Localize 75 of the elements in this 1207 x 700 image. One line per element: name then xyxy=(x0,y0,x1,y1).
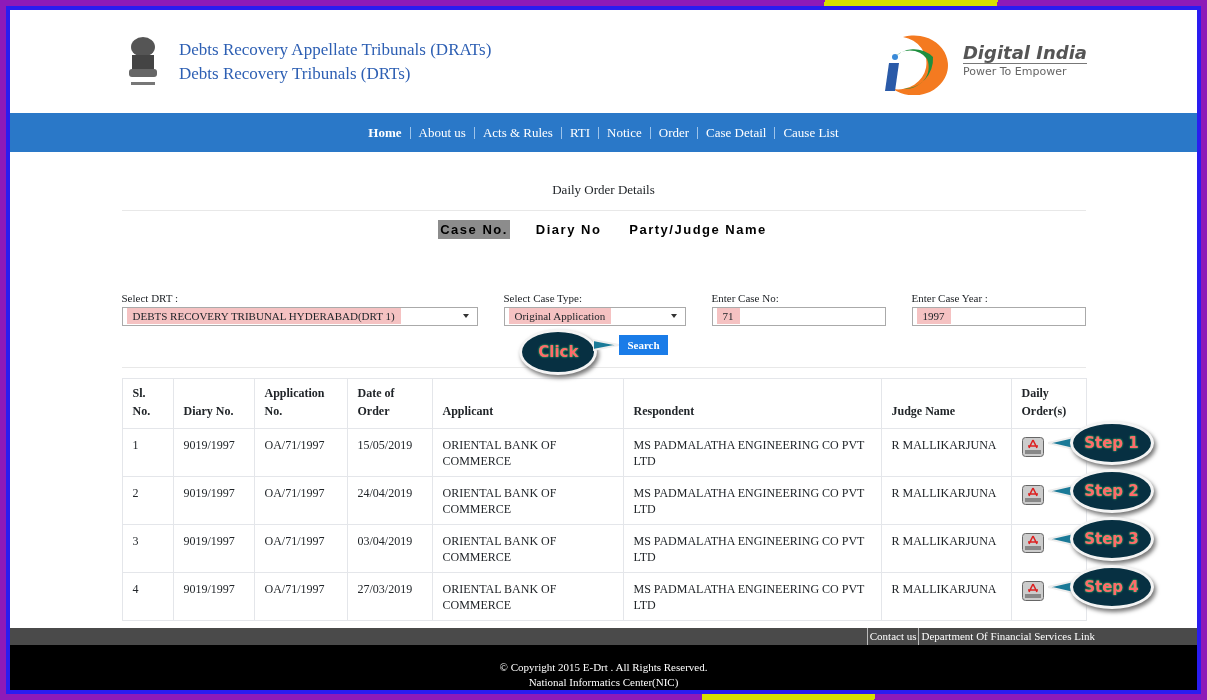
dropdown-arrow-icon xyxy=(670,314,677,318)
field-label: Enter Case No: xyxy=(711,291,780,306)
table-cell: ORIENTAL BANK OF COMMERCE xyxy=(432,524,623,572)
column-header: Date of Order xyxy=(347,378,432,428)
page-title: Daily Order Details xyxy=(121,152,1086,211)
table-cell: 03/04/2019 xyxy=(347,524,432,572)
table-cell: 9019/1997 xyxy=(173,428,254,476)
table-cell: 27/03/2019 xyxy=(347,572,432,620)
table-cell: OA/71/1997 xyxy=(254,428,347,476)
column-header: Diary No. xyxy=(173,378,254,428)
select-field[interactable]: Original Application xyxy=(503,306,686,326)
table-cell: ORIENTAL BANK OF COMMERCE xyxy=(432,428,623,476)
column-header: Application No. xyxy=(254,378,347,428)
input-field[interactable]: 71 xyxy=(711,306,886,326)
nav-link[interactable]: Notice xyxy=(598,126,650,139)
nav-link[interactable]: About us xyxy=(409,126,474,139)
nav-link[interactable]: Home xyxy=(360,122,410,143)
copyright-text: National Informatics Center(NIC) xyxy=(527,675,680,690)
nav-link[interactable]: Order xyxy=(649,126,698,139)
table-cell: 2 xyxy=(122,476,173,524)
table-cell: 15/05/2019 xyxy=(347,428,432,476)
table-cell: 9019/1997 xyxy=(173,524,254,572)
table-cell: ORIENTAL BANK OF COMMERCE xyxy=(432,476,623,524)
table-cell: 9019/1997 xyxy=(173,476,254,524)
field-label: Select DRT : xyxy=(121,291,180,306)
site-title: Debts Recovery Tribunals (DRTs) xyxy=(179,62,412,85)
field-label: Enter Case Year : xyxy=(911,291,989,306)
callout-bubble: Click xyxy=(519,329,598,375)
callout-bubble: Step 1 xyxy=(1069,420,1154,465)
column-header: Daily Order(s) xyxy=(1011,378,1086,428)
table-cell: MS PADMALATHA ENGINEERING CO PVT LTD xyxy=(623,524,881,572)
nav-link[interactable]: Cause List xyxy=(774,126,847,139)
table-cell: OA/71/1997 xyxy=(254,524,347,572)
pdf-icon[interactable] xyxy=(1021,580,1044,601)
search-tab[interactable]: Diary No xyxy=(533,219,604,239)
table-cell: MS PADMALATHA ENGINEERING CO PVT LTD xyxy=(623,572,881,620)
nav-link[interactable]: Case Detail xyxy=(697,126,775,139)
pdf-icon[interactable] xyxy=(1021,436,1044,457)
table-cell: 1 xyxy=(122,428,173,476)
column-header: Respondent xyxy=(623,378,881,428)
pdf-icon[interactable] xyxy=(1021,532,1044,553)
table-cell: R MALLIKARJUNA xyxy=(881,524,1011,572)
column-header: Applicant xyxy=(432,378,623,428)
table-cell: R MALLIKARJUNA xyxy=(881,428,1011,476)
input-field[interactable]: 1997 xyxy=(911,306,1086,326)
pdf-icon[interactable] xyxy=(1021,484,1044,505)
table-cell: R MALLIKARJUNA xyxy=(881,476,1011,524)
nav-link[interactable]: Acts & Rules xyxy=(473,126,561,139)
logo-title: Digital India xyxy=(962,42,1087,64)
callout-bubble: Step 4 xyxy=(1069,564,1154,609)
logo-tagline: Power To Empower xyxy=(962,63,1068,80)
callout-bubble: Step 3 xyxy=(1069,516,1154,561)
search-button[interactable]: Search xyxy=(619,334,668,356)
table-cell: MS PADMALATHA ENGINEERING CO PVT LTD xyxy=(623,476,881,524)
callout-bubble: Step 2 xyxy=(1069,468,1154,513)
table-cell: ORIENTAL BANK OF COMMERCE xyxy=(432,572,623,620)
column-header: Sl. No. xyxy=(122,378,173,428)
column-header: Judge Name xyxy=(881,378,1011,428)
table-cell: 4 xyxy=(122,572,173,620)
copyright-text: © Copyright 2015 E-Drt . All Rights Reserved. xyxy=(498,660,709,675)
table-cell: R MALLIKARJUNA xyxy=(881,572,1011,620)
table-cell: MS PADMALATHA ENGINEERING CO PVT LTD xyxy=(623,428,881,476)
table-cell: OA/71/1997 xyxy=(254,476,347,524)
table-cell: 9019/1997 xyxy=(173,572,254,620)
site-title: Debts Recovery Appellate Tribunals (DRATs) xyxy=(179,38,492,61)
table-cell: 3 xyxy=(122,524,173,572)
pointer-arrow-icon xyxy=(593,336,620,354)
search-tab[interactable]: Party/Judge Name xyxy=(627,219,769,239)
search-tab[interactable]: Case No. xyxy=(438,219,510,239)
field-label: Select Case Type: xyxy=(503,291,583,306)
select-field[interactable]: DEBTS RECOVERY TRIBUNAL HYDERABAD(DRT 1) xyxy=(121,306,478,326)
dropdown-arrow-icon xyxy=(462,314,469,318)
table-cell: 24/04/2019 xyxy=(347,476,432,524)
table-cell: OA/71/1997 xyxy=(254,572,347,620)
nav-link[interactable]: RTI xyxy=(560,126,599,139)
